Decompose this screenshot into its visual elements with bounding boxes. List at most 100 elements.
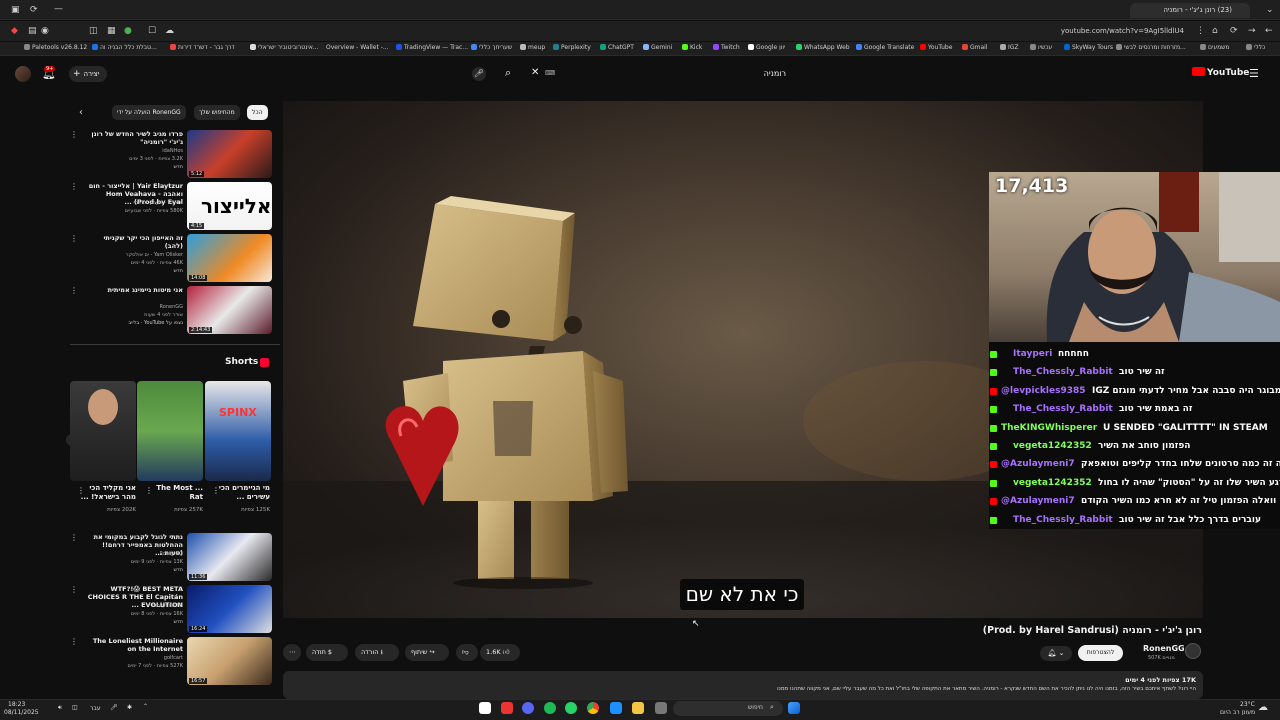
search-icon[interactable]: ⌕ [505, 66, 511, 80]
chip-uploaded-by[interactable]: הועלה על ידי RonenGG [112, 105, 186, 120]
subscribe-button[interactable]: להצטרפות [1078, 645, 1123, 661]
app-icon[interactable] [501, 702, 513, 714]
network-icon[interactable]: ◫ [72, 704, 78, 711]
short-thumbnail[interactable]: SPINX [205, 381, 271, 481]
bookmark[interactable]: Twitch [713, 44, 740, 51]
voice-search-icon[interactable]: 🎤︎ [472, 67, 486, 81]
extension-icon[interactable]: ● [124, 26, 132, 36]
related-video[interactable]: ⋮ 16:57 The Loneliest Millionaire on the I… [70, 637, 272, 687]
more-icon[interactable]: ⋮ [70, 130, 78, 139]
bookmark[interactable]: WhatsApp Web [796, 44, 850, 51]
bookmark[interactable]: שעריחך כללי [471, 44, 512, 51]
chip-all[interactable]: הכל [247, 105, 268, 120]
window-menu-icon[interactable]: ▣ [11, 5, 20, 15]
home-icon[interactable]: ⌂ [1212, 26, 1218, 36]
download-button[interactable]: הורדה ⭳ [355, 644, 399, 661]
bookmark[interactable]: דרך גבר - דשרד דירות [170, 44, 235, 51]
bookmark[interactable]: IGZ [1000, 44, 1019, 51]
channel-avatar[interactable] [1185, 643, 1201, 659]
tab-search-icon[interactable]: ⌄ [1266, 5, 1274, 15]
related-video-title[interactable]: זה האייפון הכי יקר שקניתי (להב) [83, 234, 184, 250]
related-video-channel[interactable]: RonenGG [73, 304, 183, 310]
bookmark[interactable]: Gemini [643, 44, 672, 51]
related-video-title[interactable]: The Loneliest Millionaire on the Interne… [83, 637, 183, 653]
bookmark[interactable]: מזרחות ומרנסים לבשי... [1116, 44, 1186, 51]
bluetooth-icon[interactable]: ✱ [127, 704, 132, 711]
extension-icon[interactable]: ☁ [165, 26, 174, 36]
dislike-button[interactable]: 👎︎ [456, 644, 478, 661]
related-video[interactable]: ⋮ אלייצור 4:15 Yair Elaytzur | אלייצור - חו… [70, 182, 272, 232]
channel-name[interactable]: RonenGG [1143, 644, 1185, 653]
bookmark[interactable]: Kick [682, 44, 702, 51]
extension-icon[interactable]: ◆ [11, 26, 18, 36]
extension-icon[interactable]: ◉ [41, 26, 49, 36]
discord-icon[interactable] [522, 702, 534, 714]
bookmark[interactable]: Overview - Wallet -... [318, 44, 389, 51]
more-icon[interactable]: ⋮ [70, 533, 78, 542]
related-video[interactable]: ⋮ 2:14:43 אני מיטות גיימינג אמיתית RonenGG ש… [70, 286, 272, 336]
short-thumbnail[interactable] [137, 381, 203, 481]
related-video[interactable]: ⋮ 16:24 WTF?!😱 BEST META CHOICES R THE El … [70, 585, 272, 635]
extension-icon[interactable]: ▤ [28, 26, 37, 36]
spotify-icon[interactable] [544, 702, 556, 714]
related-video-channel[interactable]: RonenGG [73, 551, 183, 557]
bookmark[interactable]: Gmail [962, 44, 988, 51]
chrome-icon[interactable] [587, 702, 599, 714]
bookmark[interactable]: ChatGPT [600, 44, 634, 51]
bookmark[interactable]: Google Translate [856, 44, 914, 51]
clear-search-icon[interactable]: ✕ [531, 67, 539, 78]
notification-bell-icon[interactable]: 🔔︎ ⌄ [1040, 646, 1072, 661]
chevron-left-icon[interactable]: ‹ [79, 107, 83, 118]
reload-icon[interactable]: ⟳ [1230, 26, 1238, 36]
more-icon[interactable]: ⋮ [70, 286, 78, 295]
more-icon[interactable]: ⋮ [70, 637, 78, 646]
bookmark[interactable]: Perplexity [553, 44, 591, 51]
bookmark[interactable]: טבלת כלל הבניה וה... [92, 44, 157, 51]
extension-icon[interactable]: ◫ [89, 26, 98, 36]
back-icon[interactable]: ← [1265, 26, 1273, 36]
keyboard-icon[interactable]: ⌨ [545, 69, 555, 77]
bookmark[interactable]: SkyWay Tours [1064, 44, 1113, 51]
bookmark[interactable]: כללי [1246, 44, 1265, 51]
more-icon[interactable]: ⋮ [70, 182, 78, 191]
extension-icon[interactable]: ☐ [148, 26, 156, 36]
app-icon[interactable] [610, 702, 622, 714]
description-box[interactable] [283, 671, 1203, 699]
search-input[interactable]: ✕ ⌨ רומניה [526, 64, 800, 84]
more-actions-button[interactable]: ⋯ [283, 644, 301, 661]
app-icon[interactable] [479, 702, 491, 714]
bookmark[interactable]: Google יוון [748, 44, 785, 51]
bookmark[interactable]: Paletools v26.8.12 [24, 44, 87, 51]
related-video[interactable]: ⋮ 14:08 זה האייפון הכי יקר שקניתי (להב) Yam… [70, 234, 272, 284]
short-thumbnail[interactable] [70, 381, 136, 481]
more-icon[interactable]: ⋮ [70, 234, 78, 243]
extension-icon[interactable]: ▦ [107, 26, 116, 36]
short-title[interactable]: אני מקליד הכי מהר בישראל! ... [76, 484, 136, 502]
thanks-button[interactable]: תודה $ [306, 644, 348, 661]
url-field[interactable]: youtube.com/watch?v=9AgI5lldlU4 [1061, 27, 1184, 35]
bookmark[interactable]: YouTube [920, 44, 952, 51]
related-video-title[interactable]: פרדו מגיב לשיר החדש של רונן ג'יג'י "רומנ… [83, 130, 183, 146]
tray-overflow-icon[interactable]: ⌃ [143, 703, 148, 710]
forward-icon[interactable]: → [1248, 26, 1256, 36]
menu-icon[interactable]: ⋮ [1196, 26, 1205, 36]
bookmark[interactable]: משמעים [1200, 44, 1229, 51]
like-button[interactable]: 1.6K 👍︎ [480, 644, 520, 661]
bookmark[interactable]: אינטרוביטוביר ישראלי... [250, 44, 319, 51]
taskbar-search[interactable]: חיפוש ⌕ [673, 701, 783, 716]
related-video-channel[interactable]: Yam Olisker - ים אולסקר [73, 252, 183, 258]
reload-icon[interactable]: ⟳ [30, 5, 38, 15]
more-icon[interactable]: ⋮ [212, 486, 220, 495]
minimize-tab-icon[interactable]: — [54, 4, 63, 14]
related-video-channel[interactable]: idaNHos [73, 148, 183, 154]
file-explorer-icon[interactable] [632, 702, 644, 714]
share-button[interactable]: שיתוף ↪ [405, 644, 449, 661]
app-icon[interactable] [655, 702, 667, 714]
bookmark[interactable]: meup [520, 44, 545, 51]
more-icon[interactable]: ⋮ [145, 486, 153, 495]
whatsapp-icon[interactable] [565, 702, 577, 714]
active-tab[interactable]: (23) רונן ג'יג'י - רומניה [1130, 3, 1250, 18]
start-icon[interactable] [788, 702, 800, 714]
youtube-logo[interactable]: YouTube [1192, 67, 1249, 78]
chip-from-search[interactable]: מהחיפוש שלך [194, 105, 240, 120]
